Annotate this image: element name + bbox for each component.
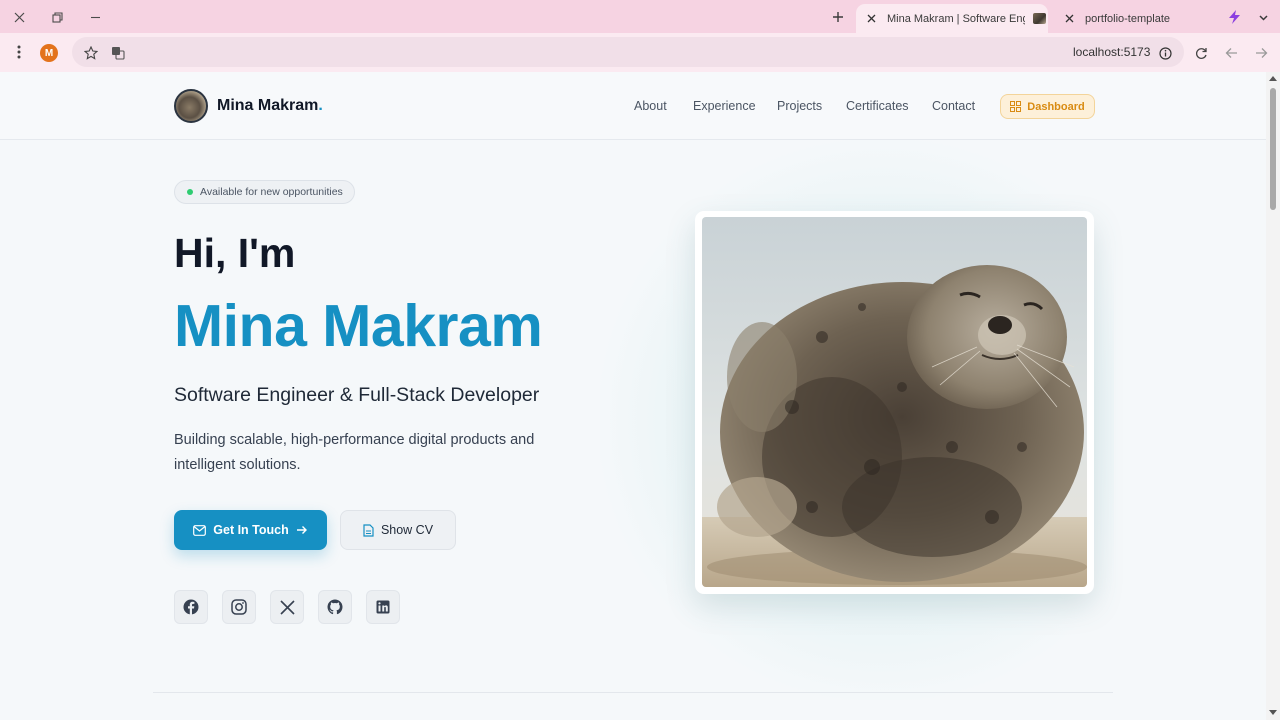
dashboard-label: Dashboard bbox=[1027, 100, 1085, 113]
show-cv-label: Show CV bbox=[380, 523, 434, 537]
hero-name: Mina Makram bbox=[174, 293, 543, 359]
translate-icon[interactable] bbox=[109, 44, 127, 62]
logo-name: Mina Makram bbox=[217, 97, 319, 114]
arrow-right-icon bbox=[296, 526, 307, 534]
tab-list-chevron-icon[interactable] bbox=[1251, 6, 1275, 28]
url-text[interactable]: localhost:5173 bbox=[1073, 45, 1150, 59]
logo-text[interactable]: Mina Makram. bbox=[217, 97, 323, 115]
browser-tab-bar: Mina Makram | Software Engineer portfoli… bbox=[0, 0, 1280, 33]
restore-window-icon[interactable] bbox=[45, 6, 69, 28]
close-tab-icon[interactable] bbox=[1062, 12, 1076, 26]
seal-photo-illustration bbox=[702, 217, 1087, 587]
logo-dot: . bbox=[318, 97, 323, 114]
close-tab-icon[interactable] bbox=[864, 12, 878, 26]
tab-mina-makram[interactable]: Mina Makram | Software Engineer bbox=[856, 4, 1048, 33]
scroll-up-arrow-icon[interactable] bbox=[1269, 76, 1277, 81]
dashboard-grid-icon bbox=[1010, 101, 1022, 112]
site-navbar: Mina Makram. About Experience Projects C… bbox=[0, 72, 1266, 140]
profile-photo-card bbox=[695, 211, 1094, 594]
site-info-icon[interactable] bbox=[1156, 44, 1174, 62]
hero-greeting: Hi, I'm bbox=[174, 230, 296, 276]
document-icon bbox=[363, 523, 374, 537]
address-bar[interactable] bbox=[72, 37, 1184, 67]
tab-title: portfolio-template bbox=[1085, 12, 1170, 25]
linkedin-icon[interactable] bbox=[366, 590, 400, 624]
nav-link-about[interactable]: About bbox=[634, 99, 667, 113]
tab-portfolio-template[interactable]: portfolio-template bbox=[1056, 4, 1216, 33]
section-divider bbox=[153, 692, 1113, 693]
tab-favicon bbox=[1033, 13, 1046, 24]
reload-icon[interactable] bbox=[1192, 44, 1210, 62]
new-tab-plus-icon[interactable] bbox=[826, 6, 850, 28]
logo-avatar[interactable] bbox=[174, 89, 208, 123]
status-dot bbox=[187, 189, 193, 195]
hero-description: Building scalable, high-performance digi… bbox=[174, 432, 535, 473]
availability-badge: Available for new opportunities bbox=[174, 180, 355, 204]
nav-link-projects[interactable]: Projects bbox=[777, 99, 822, 113]
nav-link-contact[interactable]: Contact bbox=[932, 99, 975, 113]
show-cv-button[interactable]: Show CV bbox=[340, 510, 456, 550]
close-window-icon[interactable] bbox=[7, 6, 31, 28]
nav-link-experience[interactable]: Experience bbox=[693, 99, 756, 113]
back-arrow-icon[interactable] bbox=[1222, 44, 1240, 62]
facebook-icon[interactable] bbox=[174, 590, 208, 624]
forward-arrow-icon[interactable] bbox=[1252, 44, 1270, 62]
get-in-touch-label: Get In Touch bbox=[213, 523, 289, 537]
profile-photo bbox=[702, 217, 1087, 587]
profile-avatar[interactable]: M bbox=[40, 44, 58, 62]
mail-icon bbox=[193, 524, 207, 536]
page-viewport: Mina Makram. About Experience Projects C… bbox=[0, 72, 1266, 720]
browser-menu-icon[interactable] bbox=[10, 43, 28, 61]
availability-text: Available for new opportunities bbox=[200, 186, 343, 198]
bookmark-star-icon[interactable] bbox=[82, 44, 100, 62]
extension-bolt-icon[interactable] bbox=[1222, 6, 1246, 28]
instagram-icon[interactable] bbox=[222, 590, 256, 624]
dashboard-button[interactable]: Dashboard bbox=[1000, 94, 1095, 119]
minimize-window-icon[interactable] bbox=[83, 6, 107, 28]
tab-title: Mina Makram | Software Engineer bbox=[887, 12, 1025, 25]
hero-role: Software Engineer & Full-Stack Developer bbox=[174, 384, 540, 406]
scrollbar-thumb[interactable] bbox=[1270, 88, 1276, 210]
github-icon[interactable] bbox=[318, 590, 352, 624]
get-in-touch-button[interactable]: Get In Touch bbox=[174, 510, 327, 550]
x-twitter-icon[interactable] bbox=[270, 590, 304, 624]
nav-link-certificates[interactable]: Certificates bbox=[846, 99, 909, 113]
scroll-down-arrow-icon[interactable] bbox=[1269, 710, 1277, 715]
page-scrollbar[interactable] bbox=[1266, 72, 1280, 720]
